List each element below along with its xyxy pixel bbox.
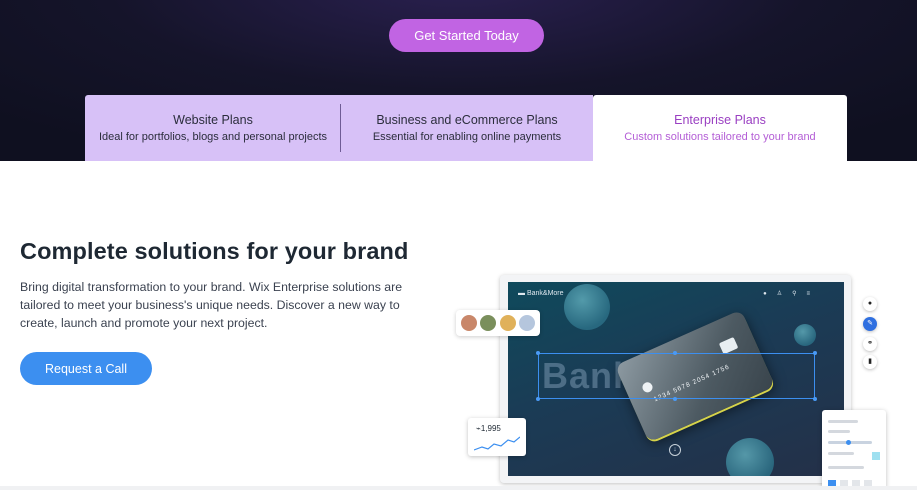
panel-line: [828, 466, 864, 469]
menu-icon: ≡: [806, 291, 820, 297]
stat-value: ⌁1,995: [476, 424, 501, 433]
resize-handle: [673, 397, 677, 401]
settings-panel: [822, 410, 886, 490]
tab-title: Website Plans: [173, 112, 253, 127]
screen-header-icons: ●♙⚲≡: [763, 290, 820, 297]
page-bottom-edge: [0, 486, 917, 490]
resize-handle: [813, 351, 817, 355]
tab-title: Business and eCommerce Plans: [376, 112, 558, 127]
tab-title: Enterprise Plans: [674, 112, 766, 127]
plan-tabs: Website Plans Ideal for portfolios, blog…: [85, 95, 847, 161]
color-swatch[interactable]: [872, 452, 880, 460]
tab-subtitle: Ideal for portfolios, blogs and personal…: [98, 130, 328, 143]
resize-handle: [536, 351, 540, 355]
panel-line: [828, 452, 854, 455]
section-body: Bring digital transformation to your bra…: [20, 280, 403, 330]
card-chip: [718, 336, 739, 355]
stat-card: ⌁1,995: [468, 418, 526, 456]
scroll-down-icon: ↓: [669, 444, 681, 456]
section-headline: Complete solutions for your brand: [20, 238, 409, 264]
get-started-button[interactable]: Get Started Today: [389, 19, 544, 52]
tab-business-plans[interactable]: Business and eCommerce Plans Essential f…: [341, 95, 593, 161]
user-icon: ♙: [776, 291, 793, 297]
avatar: [480, 315, 497, 331]
bell-icon: ●: [763, 291, 777, 297]
drop-tool-icon[interactable]: ▮: [863, 355, 877, 369]
link-tool-icon[interactable]: ⚭: [863, 337, 877, 351]
brand-name: Bank&More: [526, 290, 564, 297]
decor-circle: [564, 284, 610, 330]
dot-tool-icon[interactable]: ●: [863, 297, 877, 311]
avatar: [460, 315, 477, 331]
slider-thumb[interactable]: [846, 440, 851, 445]
collaborator-avatars: [456, 310, 540, 336]
resize-handle: [536, 397, 540, 401]
tab-subtitle: Essential for enabling online payments: [372, 130, 562, 143]
search-icon: ⚲: [792, 291, 807, 297]
resize-handle: [673, 351, 677, 355]
tab-website-plans[interactable]: Website Plans Ideal for portfolios, blog…: [85, 95, 341, 161]
request-call-button[interactable]: Request a Call: [20, 352, 152, 385]
brand-logo: ▬ Bank&More: [518, 290, 564, 297]
panel-line: [828, 420, 858, 423]
tab-enterprise-plans[interactable]: Enterprise Plans Custom solutions tailor…: [593, 95, 847, 161]
editor-toolbar: ● ✎ ⚭ ▮: [860, 297, 880, 372]
avatar: [519, 315, 536, 331]
tab-divider: [340, 104, 341, 152]
trend-chart-icon: [474, 436, 520, 451]
panel-line: [828, 430, 850, 433]
mockup-screen: ▬ Bank&More ●♙⚲≡ Bank&More 1234 5678 205…: [508, 282, 844, 476]
selection-box: [536, 351, 817, 401]
decor-circle: [794, 324, 816, 346]
pen-tool-icon[interactable]: ✎: [863, 317, 877, 331]
decor-circle: [726, 438, 774, 476]
tab-subtitle: Custom solutions tailored to your brand: [624, 130, 816, 143]
avatar: [499, 315, 516, 331]
resize-handle: [813, 397, 817, 401]
